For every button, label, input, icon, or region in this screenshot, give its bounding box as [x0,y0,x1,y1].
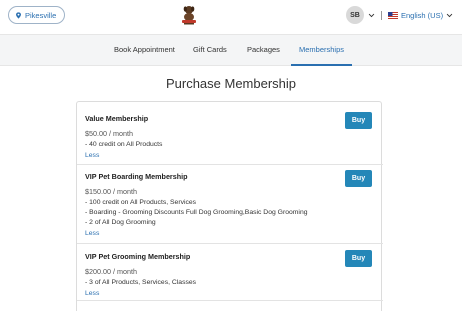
less-link[interactable]: Less [85,230,373,237]
membership-name: Value Membership [85,114,149,123]
membership-benefit: - Boarding - Grooming Discounts Full Dog… [85,209,308,216]
membership-name: VIP Pet Grooming Membership [85,252,191,261]
us-flag-icon [388,11,398,19]
tab-gift-cards[interactable]: Gift Cards [193,35,227,66]
location-label: Pikesville [25,10,57,20]
page-title: Purchase Membership [165,76,297,91]
chevron-down-icon [446,13,453,17]
less-link[interactable]: Less [85,152,373,159]
membership-price: $200.00 / month [85,267,137,276]
divider [381,10,382,20]
less-link[interactable]: Less [85,290,373,297]
membership-benefit: - 40 credit on All Products [85,141,163,148]
membership-item: Value Membership $50.00 / month - 40 cre… [85,114,373,159]
membership-price: $150.00 / month [85,187,137,196]
map-pin-icon [16,11,21,19]
language-label: English (US) [401,10,444,20]
nav-bar: Book Appointment Gift Cards Packages Mem… [0,34,462,66]
buy-button[interactable]: Buy [345,170,372,187]
membership-name: VIP Pet Boarding Membership [85,172,188,181]
user-initials: SB [350,11,360,19]
dog-logo-icon[interactable] [178,4,200,26]
tab-book-appointment[interactable]: Book Appointment [114,35,175,66]
chevron-down-icon[interactable] [368,12,375,19]
membership-list: Value Membership $50.00 / month - 40 cre… [76,101,383,311]
divider [77,164,383,165]
membership-benefit: - 2 of All Dog Grooming [85,219,156,226]
membership-price: $50.00 / month [85,129,133,138]
user-area: SB English (US) [346,6,453,24]
buy-button[interactable]: Buy [345,250,372,267]
tab-packages[interactable]: Packages [247,35,280,66]
membership-item: VIP Pet Boarding Membership $150.00 / mo… [85,172,373,237]
language-selector[interactable]: English (US) [388,11,453,20]
location-selector[interactable]: Pikesville [8,6,66,24]
membership-item: VIP Pet Grooming Membership $200.00 / mo… [85,252,373,297]
divider [77,243,383,244]
tab-memberships[interactable]: Memberships [291,35,353,66]
buy-button[interactable]: Buy [345,112,372,129]
user-avatar[interactable]: SB [346,6,364,24]
membership-benefit: - 3 of All Products, Services, Classes [85,279,197,286]
top-bar: Pikesville SB English (US) [0,0,462,34]
membership-benefit: - 100 credit on All Products, Services [85,199,197,206]
